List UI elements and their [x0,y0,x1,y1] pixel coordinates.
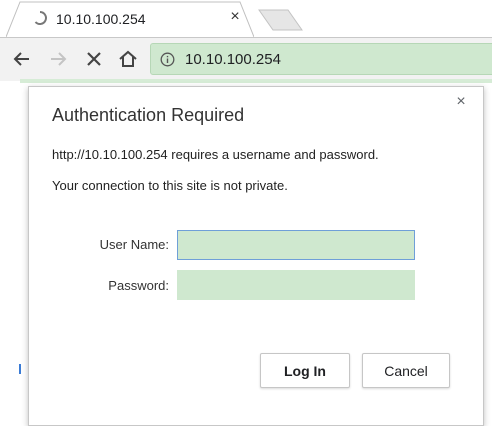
auth-dialog: × Authentication Required http://10.10.1… [28,86,484,426]
dialog-privacy-warning: Your connection to this site is not priv… [52,178,288,193]
address-url: 10.10.100.254 [185,51,281,68]
cancel-button[interactable]: Cancel [362,353,450,388]
stop-icon[interactable] [82,47,106,71]
username-label: User Name: [99,237,169,252]
tab-title: 10.10.100.254 [56,11,146,27]
dialog-message: http://10.10.100.254 requires a username… [52,147,379,162]
password-field[interactable] [177,270,415,300]
back-arrow-icon[interactable] [10,47,34,71]
dialog-title: Authentication Required [52,105,245,125]
loading-spinner-icon [34,11,47,25]
browser-toolbar: 10.10.100.254 [0,37,492,81]
new-tab-icon[interactable] [258,8,304,32]
tab-strip: 10.10.100.254 × [0,0,492,37]
close-icon[interactable]: × [453,94,469,110]
forward-arrow-icon[interactable] [46,47,70,71]
info-icon[interactable] [160,52,175,67]
password-label: Password: [108,278,169,293]
page-fragment [19,364,21,374]
home-icon[interactable] [116,47,140,71]
tab-close-icon[interactable]: × [227,9,243,25]
login-button[interactable]: Log In [260,353,350,388]
browser-tab[interactable]: 10.10.100.254 × [6,1,254,37]
username-field[interactable] [177,230,415,260]
address-bar[interactable]: 10.10.100.254 [150,43,492,75]
